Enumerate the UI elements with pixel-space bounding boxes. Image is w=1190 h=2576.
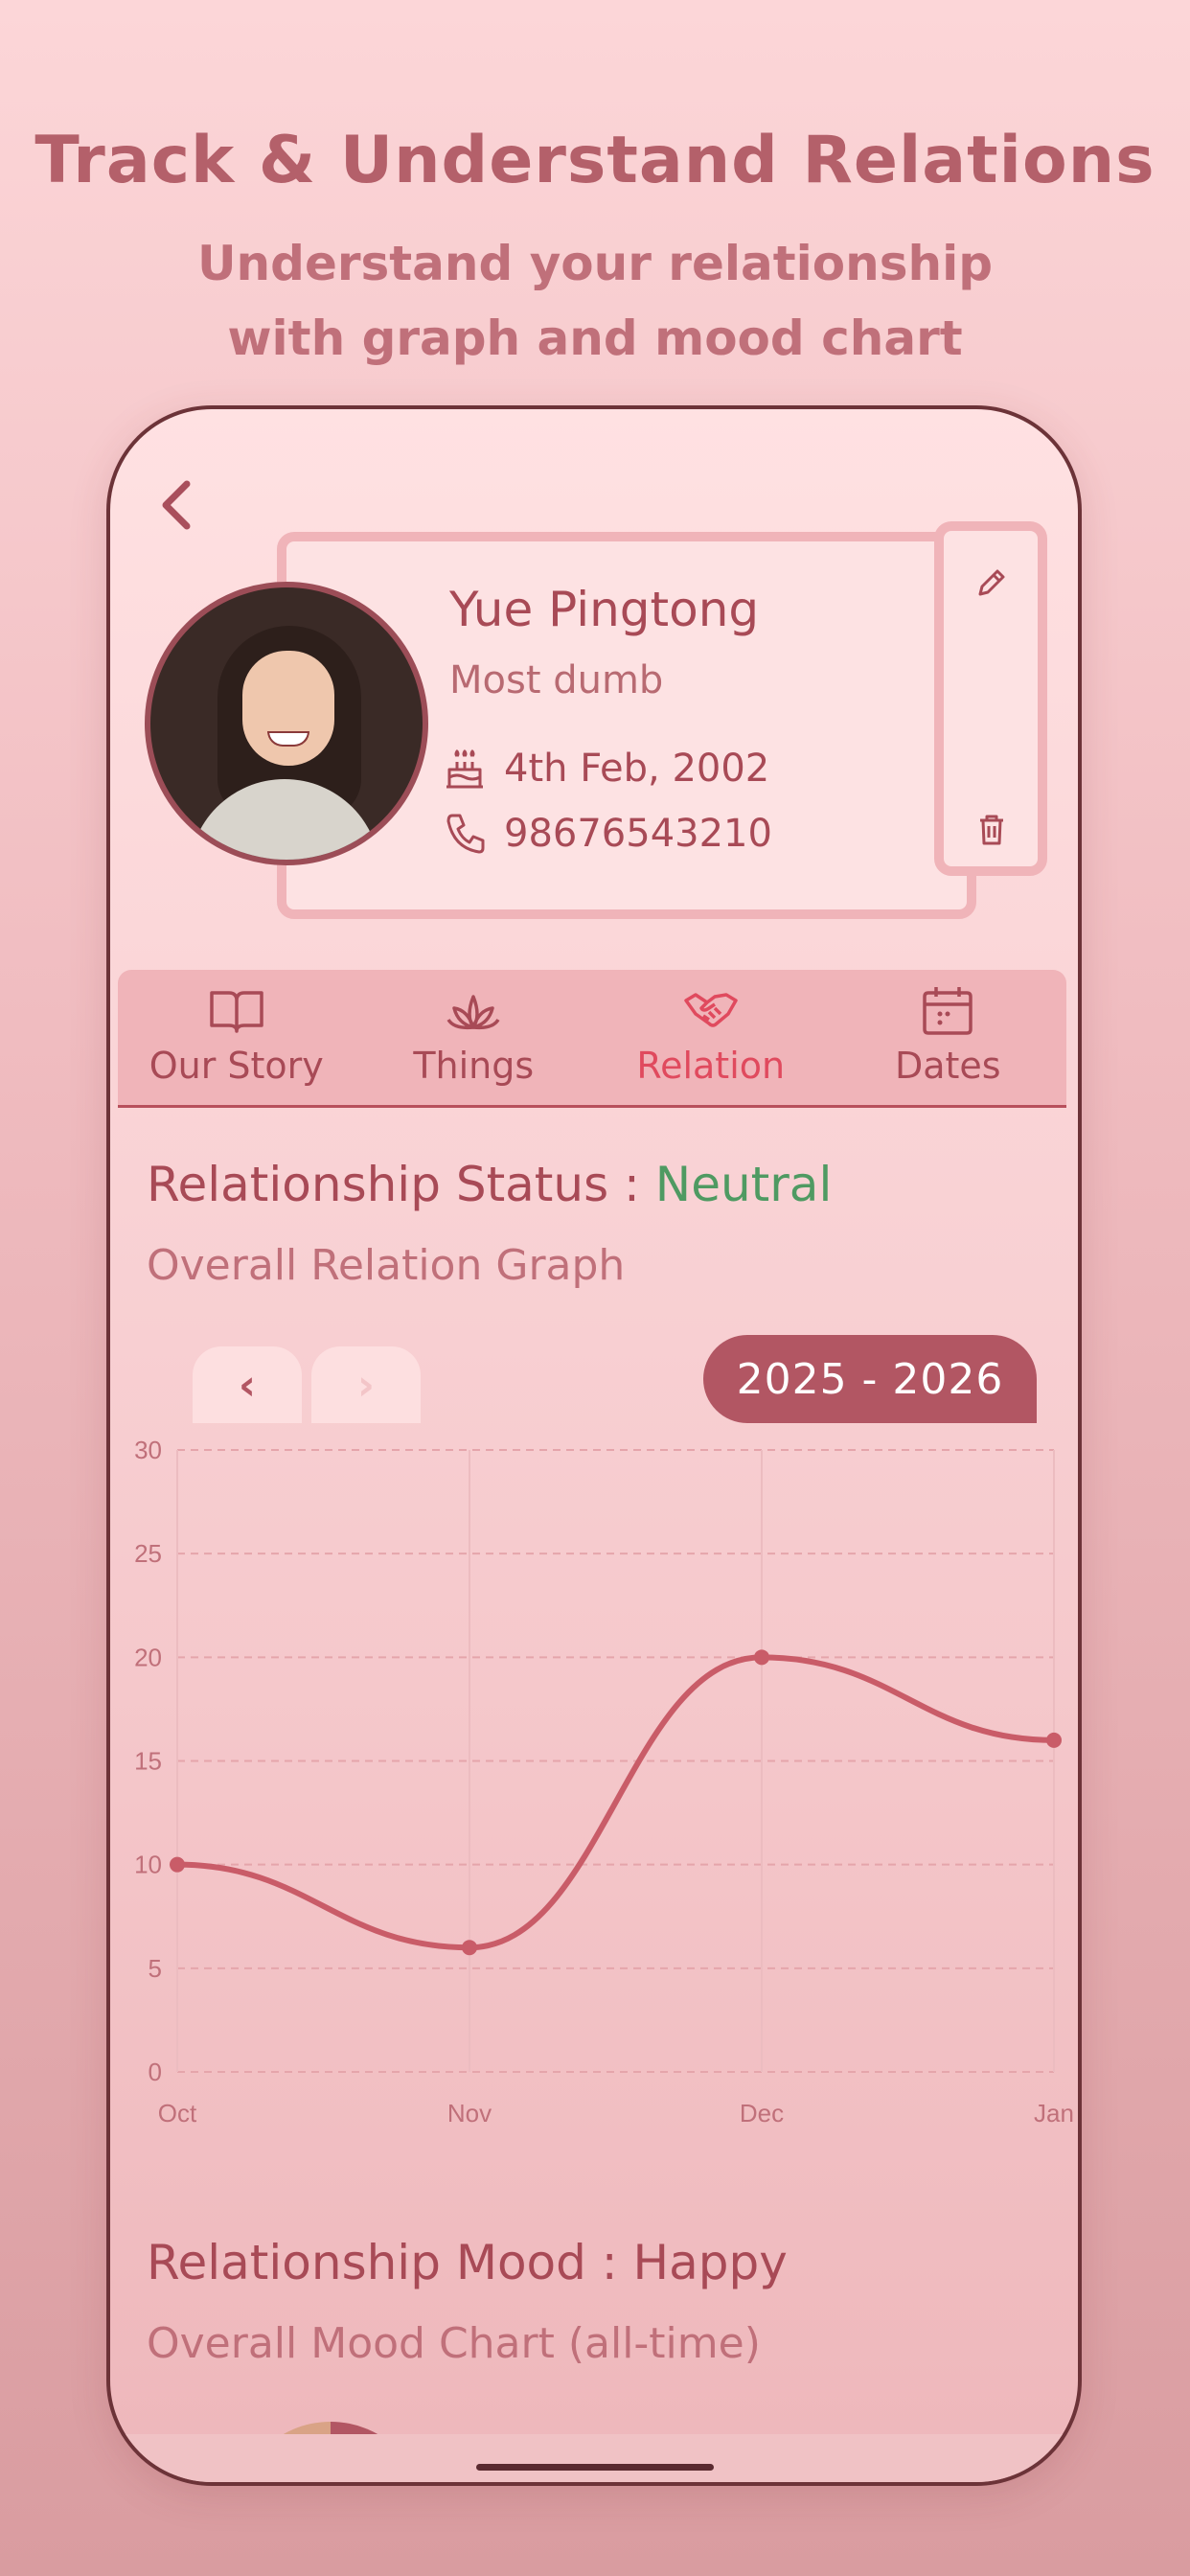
tab-dates[interactable]: Dates bbox=[830, 970, 1067, 1105]
series-line bbox=[174, 1654, 1057, 1951]
y-tick-label: 5 bbox=[149, 1954, 162, 1983]
home-indicator bbox=[476, 2464, 714, 2471]
chevron-left-icon: ‹ bbox=[238, 1360, 257, 1410]
relationship-mood: Relationship Mood : Happy bbox=[147, 2235, 788, 2290]
bottom-bar bbox=[110, 2434, 1078, 2482]
tab-label: Things bbox=[413, 1045, 535, 1087]
birthday-text: 4th Feb, 2002 bbox=[504, 747, 770, 791]
status-value: Neutral bbox=[654, 1157, 833, 1212]
lotus-icon bbox=[446, 995, 500, 1030]
back-button[interactable] bbox=[149, 476, 206, 534]
y-tick-label: 15 bbox=[134, 1747, 162, 1776]
phone-icon bbox=[446, 814, 485, 854]
tab-relation[interactable]: Relation bbox=[592, 970, 830, 1105]
tab-our-story[interactable]: Our Story bbox=[118, 970, 355, 1105]
prev-year-button[interactable]: ‹ bbox=[193, 1346, 302, 1423]
status-label: Relationship Status : bbox=[147, 1157, 655, 1212]
calendar-icon bbox=[923, 987, 973, 1035]
relationship-status: Relationship Status : Neutral bbox=[147, 1157, 832, 1212]
tab-label: Relation bbox=[636, 1045, 786, 1087]
next-year-button[interactable]: › bbox=[311, 1346, 421, 1423]
data-point bbox=[1046, 1732, 1062, 1748]
mood-label: Relationship Mood : bbox=[147, 2235, 633, 2290]
x-tick-label: Oct bbox=[158, 2099, 197, 2128]
subheadline: Understand your relationship with graph … bbox=[196, 236, 994, 366]
trash-icon[interactable] bbox=[973, 811, 1011, 849]
chevron-right-icon: › bbox=[356, 1360, 376, 1410]
y-tick-label: 25 bbox=[134, 1539, 162, 1568]
chevron-left-icon bbox=[162, 480, 191, 530]
phone-text: 98676543210 bbox=[504, 812, 772, 856]
x-tick-label: Jan bbox=[1034, 2099, 1074, 2128]
phone-row: 98676543210 bbox=[441, 810, 772, 858]
y-tick-label: 10 bbox=[134, 1851, 162, 1879]
tab-things[interactable]: Things bbox=[355, 970, 593, 1105]
phone-frame: Yue Pingtong Most dumb 4th Feb, 2002 986… bbox=[106, 405, 1082, 2486]
graph-title: Overall Relation Graph bbox=[147, 1241, 626, 1290]
mood-value: Happy bbox=[632, 2235, 788, 2290]
book-icon bbox=[210, 991, 263, 1033]
handshake-icon bbox=[684, 993, 738, 1027]
profile-name: Yue Pingtong bbox=[449, 582, 760, 637]
mood-chart-title: Overall Mood Chart (all-time) bbox=[147, 2319, 761, 2368]
headline: Track & Understand Relations bbox=[34, 123, 1156, 198]
birthday-row: 4th Feb, 2002 bbox=[441, 745, 769, 793]
x-tick-label: Nov bbox=[447, 2099, 492, 2128]
cake-icon bbox=[446, 749, 483, 789]
data-point bbox=[754, 1649, 769, 1666]
relation-line-chart: 0 5 10 15 20 25 30 Oct Nov Dec Jan bbox=[134, 1436, 1074, 2128]
avatar bbox=[145, 582, 428, 865]
x-tick-label: Dec bbox=[740, 2099, 784, 2128]
y-tick-label: 20 bbox=[134, 1643, 162, 1671]
y-tick-label: 0 bbox=[149, 2058, 162, 2086]
tab-label: Our Story bbox=[149, 1045, 324, 1087]
profile-actions bbox=[934, 521, 1047, 876]
year-range-pill[interactable]: 2025 - 2026 bbox=[703, 1335, 1037, 1423]
data-point bbox=[462, 1940, 477, 1956]
data-point bbox=[170, 1856, 185, 1873]
pencil-icon[interactable] bbox=[973, 564, 1011, 602]
profile-nickname: Most dumb bbox=[449, 658, 664, 702]
tab-label: Dates bbox=[894, 1045, 1001, 1087]
y-tick-label: 30 bbox=[134, 1436, 162, 1464]
tab-bar: Our Story Things Relation Dates bbox=[118, 970, 1066, 1108]
